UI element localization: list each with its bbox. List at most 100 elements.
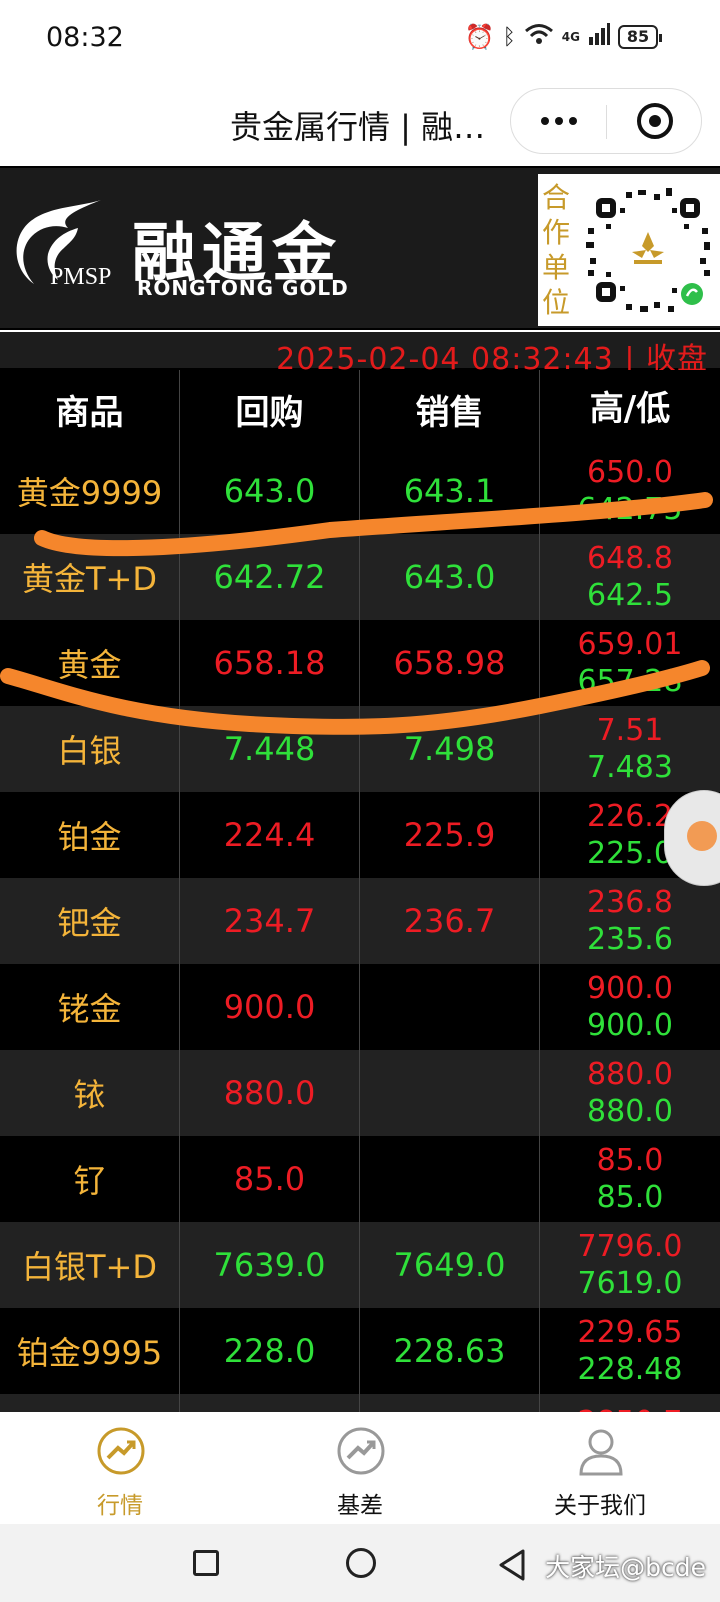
high-low: 880.0 880.0: [540, 1050, 720, 1136]
high-low: 7796.0 7619.0: [540, 1222, 720, 1308]
sell-price: 643.0: [360, 534, 540, 620]
table-row[interactable]: 黄金9999 643.0 643.1 650.0 642.75: [0, 448, 720, 534]
buyback-price: 7639.0: [180, 1222, 360, 1308]
high-low: 648.8 642.5: [540, 534, 720, 620]
high-price: 229.65: [577, 1315, 683, 1350]
high-low: 85.0 85.0: [540, 1136, 720, 1222]
high-low: 236.8 235.6: [540, 878, 720, 964]
product-name: 铂金: [0, 792, 180, 878]
low-price: 900.0: [587, 1008, 673, 1043]
buyback-price: 643.0: [180, 448, 360, 534]
sell-price: [360, 964, 540, 1050]
target-icon: [637, 103, 673, 139]
sell-price: 236.7: [360, 878, 540, 964]
sell-price: 643.1: [360, 448, 540, 534]
table-row[interactable]: 铂金9995 228.0 228.63 229.65 228.48: [0, 1308, 720, 1394]
brand-banner: PMSP 融通金 RONGTONG GOLD 合作单位: [0, 168, 720, 328]
price-table: 商品 回购 销售 高/低 黄金9999 643.0 643.1 650.0 642.75…: [0, 370, 720, 1450]
sell-price: [360, 1050, 540, 1136]
low-price: 225.0: [587, 836, 673, 871]
sell-price: 228.63: [360, 1308, 540, 1394]
headset-icon: [687, 821, 717, 851]
product-name: 白银: [0, 706, 180, 792]
wifi-icon: [524, 22, 554, 52]
table-row[interactable]: 白银 7.448 7.498 7.51 7.483: [0, 706, 720, 792]
table-row[interactable]: 钯金 234.7 236.7 236.8 235.6: [0, 878, 720, 964]
high-low: 229.65 228.48: [540, 1308, 720, 1394]
low-price: 880.0: [587, 1094, 673, 1129]
brand-name-en: RONGTONG GOLD: [137, 276, 349, 300]
mini-program-code-icon[interactable]: [576, 178, 720, 322]
signal-icon: [588, 23, 610, 51]
tab-basis[interactable]: 基差: [270, 1412, 450, 1524]
home-button[interactable]: [346, 1548, 376, 1578]
table-row[interactable]: 铱 880.0 880.0 880.0: [0, 1050, 720, 1136]
sell-price: [360, 1136, 540, 1222]
header-sell: 销售: [360, 370, 540, 448]
buyback-price: 234.7: [180, 878, 360, 964]
sell-price: 7649.0: [360, 1222, 540, 1308]
high-price: 900.0: [587, 971, 673, 1006]
buyback-price: 85.0: [180, 1136, 360, 1222]
trend-icon: [97, 1427, 145, 1475]
high-price: 880.0: [587, 1057, 673, 1092]
table-row[interactable]: 铂金 224.4 225.9 226.2 225.0: [0, 792, 720, 878]
tab-about-label: 关于我们: [554, 1493, 646, 1519]
high-price: 85.0: [596, 1143, 664, 1178]
high-low: 900.0 900.0: [540, 964, 720, 1050]
table-row[interactable]: 钌 85.0 85.0 85.0: [0, 1136, 720, 1222]
back-button[interactable]: [497, 1548, 527, 1582]
product-name: 黄金T+D: [0, 534, 180, 620]
miniprogram-capsule: [510, 88, 702, 154]
low-price: 7.483: [587, 750, 673, 785]
partner-box: 合作单位: [538, 174, 720, 326]
buyback-price: 7.448: [180, 706, 360, 792]
product-name: 黄金9999: [0, 448, 180, 534]
buyback-price: 658.18: [180, 620, 360, 706]
buyback-price: 228.0: [180, 1308, 360, 1394]
tab-basis-label: 基差: [337, 1493, 383, 1519]
buyback-price: 642.72: [180, 534, 360, 620]
header-buyback: 回购: [180, 370, 360, 448]
alarm-icon: ⏰: [464, 23, 495, 51]
table-row[interactable]: 黄金T+D 642.72 643.0 648.8 642.5: [0, 534, 720, 620]
table-row[interactable]: 黄金 658.18 658.98 659.01 657.28: [0, 620, 720, 706]
page-title: 贵金属行情 | 融…: [230, 108, 486, 146]
sell-price: 225.9: [360, 792, 540, 878]
table-row[interactable]: 铑金 900.0 900.0 900.0: [0, 964, 720, 1050]
tab-quotes-label: 行情: [97, 1493, 143, 1519]
table-row[interactable]: 白银T+D 7639.0 7649.0 7796.0 7619.0: [0, 1222, 720, 1308]
header-product: 商品: [0, 370, 180, 448]
bluetooth-icon: ᛒ: [502, 24, 516, 50]
product-name: 铱: [0, 1050, 180, 1136]
brand-abbr: PMSP: [50, 264, 112, 290]
trend-icon: [337, 1427, 385, 1475]
header-high-low: 高/低: [589, 388, 671, 429]
low-price: 235.6: [587, 922, 673, 957]
system-nav-bar: 大家坛@bcde: [0, 1524, 720, 1602]
sell-price: 7.498: [360, 706, 540, 792]
product-name: 黄金: [0, 620, 180, 706]
close-button[interactable]: [608, 89, 702, 153]
table-header: 商品 回购 销售 高/低: [0, 370, 720, 448]
tab-quotes[interactable]: 行情: [30, 1412, 210, 1524]
high-price: 236.8: [587, 885, 673, 920]
low-price: 657.28: [577, 664, 683, 699]
network-type: 4G: [561, 30, 580, 44]
high-low: 659.01 657.28: [540, 620, 720, 706]
watermark: 大家坛@bcde: [545, 1553, 706, 1582]
low-price: 642.5: [587, 578, 673, 613]
high-price: 226.2: [587, 799, 673, 834]
buyback-price: 900.0: [180, 964, 360, 1050]
low-price: 228.48: [577, 1352, 683, 1387]
buyback-price: 224.4: [180, 792, 360, 878]
high-price: 659.01: [577, 627, 683, 662]
tab-about[interactable]: 关于我们: [510, 1412, 690, 1524]
more-button[interactable]: [511, 89, 606, 153]
buyback-price: 880.0: [180, 1050, 360, 1136]
capsule-divider: [606, 105, 607, 139]
customer-service-button[interactable]: [664, 790, 720, 886]
recent-apps-button[interactable]: [193, 1550, 219, 1576]
high-price: 7796.0: [577, 1229, 683, 1264]
product-name: 铂金9995: [0, 1308, 180, 1394]
